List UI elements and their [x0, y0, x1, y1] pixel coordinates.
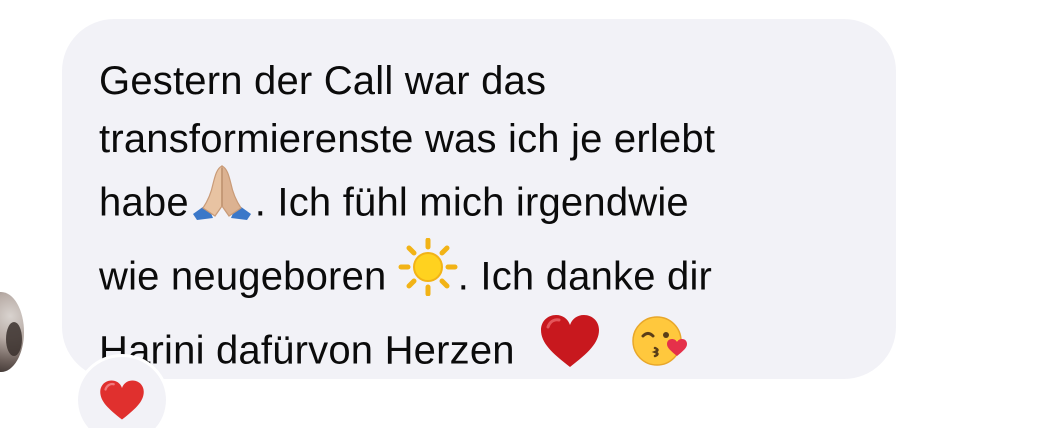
message-line-1: Gestern der Call war das	[99, 59, 547, 103]
praying-hands-icon	[189, 164, 255, 238]
red-heart-icon	[98, 379, 146, 426]
message-fragment-4: . Ich danke dir	[457, 254, 713, 299]
message-fragment-habe: habe	[99, 180, 189, 225]
message-fragment-5: Harini dafürvon Herzen	[99, 328, 515, 373]
message-fragment-neugeboren: wie neugeboren	[99, 254, 387, 299]
kissing-face-icon	[629, 312, 689, 386]
message-text: Gestern der Call war das transformierens…	[99, 52, 879, 390]
avatar[interactable]	[0, 292, 24, 372]
message-line-4: wie neugeboren . Ich danke dir	[99, 237, 879, 316]
avatar-shadow	[6, 322, 22, 356]
message-fragment-2: . Ich fühl mich irgendwie	[254, 180, 689, 225]
chat-view: Gestern der Call war das transformierens…	[0, 0, 1062, 428]
message-line-5: Harini dafürvon Herzen	[99, 313, 879, 390]
sun-icon	[398, 237, 458, 312]
red-heart-icon	[538, 313, 602, 385]
message-line-2: transformierenste was ich je erlebt	[99, 117, 716, 161]
message-line-3: habe . Ich fühl mich irgendwie	[99, 165, 879, 242]
